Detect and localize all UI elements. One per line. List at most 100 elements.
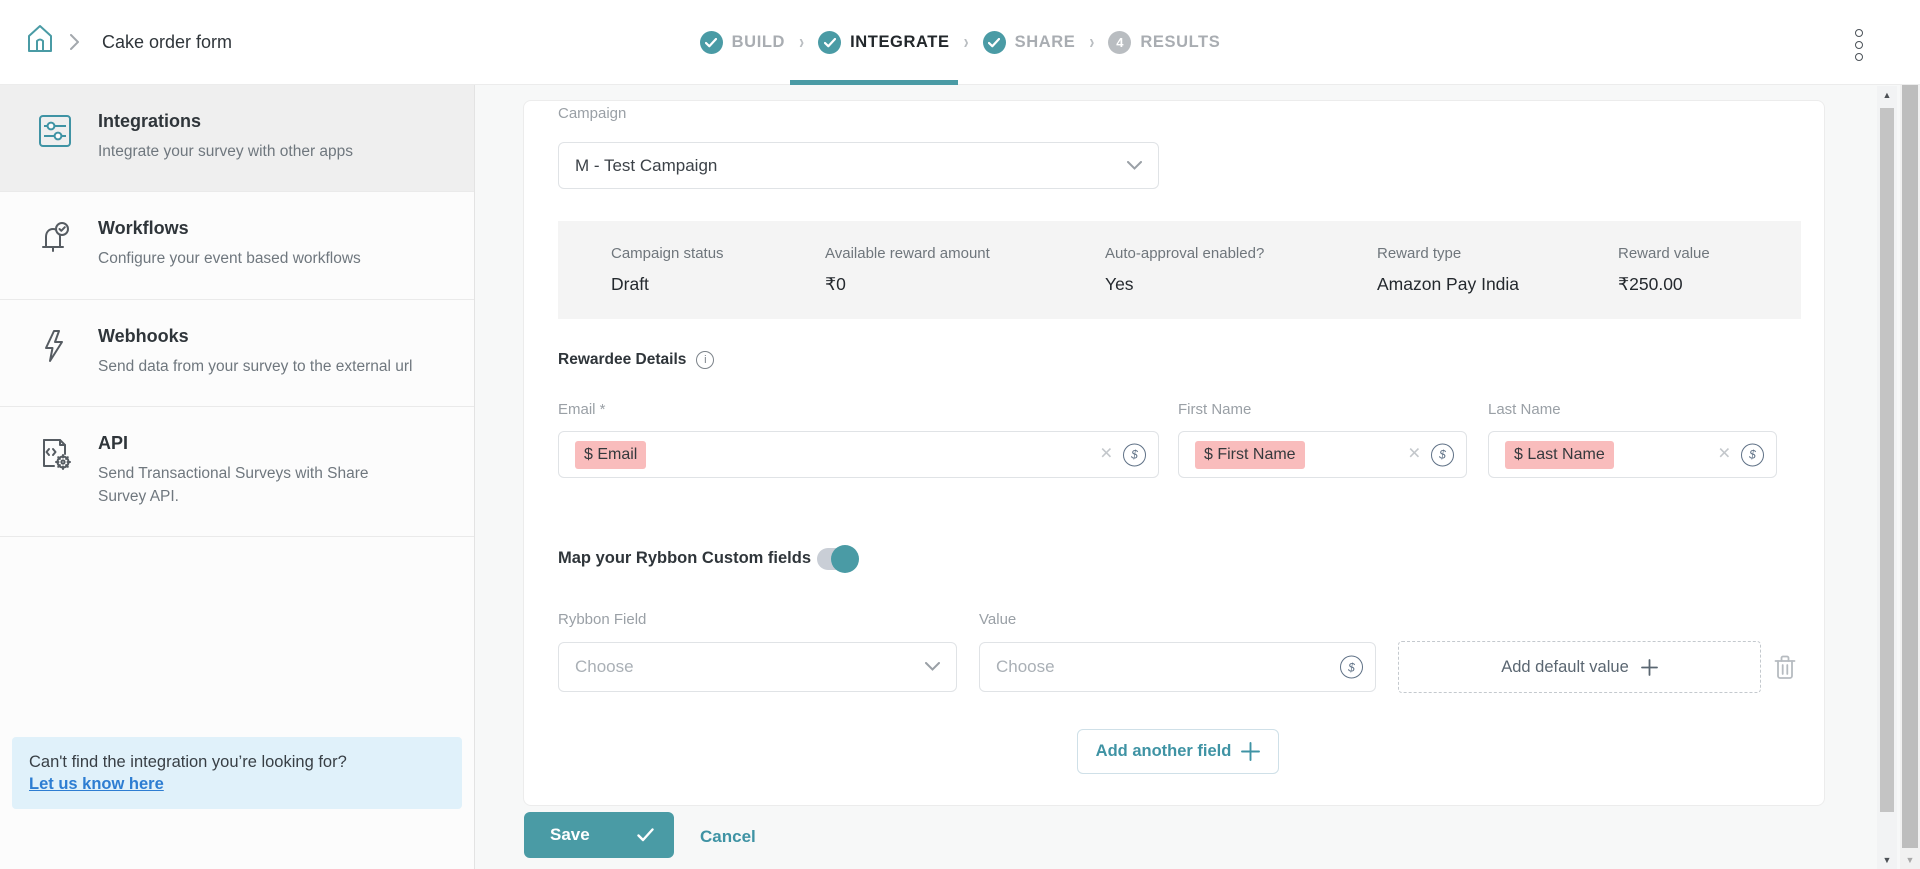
scroll-down-arrow-icon[interactable]: ▼ <box>1906 851 1915 869</box>
step-separator-chevron-icon: › <box>799 31 804 54</box>
custom-fields-toggle-label: Map your Rybbon Custom fields <box>558 549 811 568</box>
home-icon <box>25 23 55 60</box>
let-us-know-link[interactable]: Let us know here <box>29 775 164 793</box>
summary-value: ₹250.00 <box>1618 274 1710 295</box>
content-scrollbar[interactable]: ▲ ▼ <box>1877 86 1897 869</box>
step-share[interactable]: SHARE <box>983 31 1076 54</box>
scrollbar-track[interactable] <box>1900 18 1920 851</box>
step-separator-chevron-icon: › <box>1089 31 1094 54</box>
summary-value: Draft <box>611 274 825 295</box>
clear-icon[interactable]: ✕ <box>1718 447 1731 463</box>
summary-label: Auto-approval enabled? <box>1105 245 1377 262</box>
kebab-dot <box>1855 41 1863 49</box>
last-name-variable-chip[interactable]: $ Last Name <box>1505 441 1614 469</box>
scroll-down-arrow-icon[interactable]: ▼ <box>1883 851 1892 869</box>
campaign-summary-strip: Campaign status Draft Available reward a… <box>558 221 1801 319</box>
check-circle-icon <box>700 31 723 54</box>
active-step-underline <box>790 80 958 85</box>
sidebar-item-webhooks[interactable]: Webhooks Send data from your survey to t… <box>0 300 474 407</box>
check-circle-icon <box>983 31 1006 54</box>
first-name-label: First Name <box>1178 401 1251 418</box>
plus-icon <box>1641 659 1658 676</box>
campaign-select[interactable]: M - Test Campaign <box>558 142 1159 189</box>
step-separator-chevron-icon: › <box>964 31 969 54</box>
first-name-variable-chip[interactable]: $ First Name <box>1195 441 1305 469</box>
custom-fields-toggle[interactable] <box>817 548 857 570</box>
step-results[interactable]: 4 RESULTS <box>1108 31 1220 54</box>
sidebar-item-description: Send Transactional Surveys with Share Su… <box>98 463 418 508</box>
check-icon <box>637 828 654 842</box>
add-default-value-button[interactable]: Add default value <box>1398 641 1761 693</box>
step-integrate[interactable]: INTEGRATE <box>818 31 950 54</box>
kebab-dot <box>1855 29 1863 37</box>
chevron-down-icon <box>925 658 940 676</box>
integration-settings-card: Campaign M - Test Campaign Campaign stat… <box>523 100 1825 806</box>
integration-request-notice: Can't find the integration you’re lookin… <box>12 737 462 809</box>
kebab-menu-button[interactable] <box>1845 24 1873 66</box>
sidebar-item-title: API <box>98 433 418 454</box>
trash-icon <box>1774 655 1796 679</box>
info-icon[interactable]: i <box>696 351 714 369</box>
sidebar-item-title: Webhooks <box>98 326 412 347</box>
last-name-label: Last Name <box>1488 401 1561 418</box>
clear-icon[interactable]: ✕ <box>1100 447 1113 463</box>
code-doc-gear-icon <box>38 433 76 508</box>
clear-icon[interactable]: ✕ <box>1408 447 1421 463</box>
rybbon-field-select[interactable]: Choose <box>558 642 957 692</box>
home-button[interactable] <box>20 19 60 63</box>
step-label: SHARE <box>1015 33 1076 52</box>
value-label: Value <box>979 611 1016 628</box>
scrollbar-thumb[interactable] <box>1880 108 1894 812</box>
kebab-dot <box>1855 53 1863 61</box>
rewardee-details-title-row: Rewardee Details i <box>558 351 714 369</box>
scrollbar-thumb[interactable] <box>1902 20 1918 848</box>
summary-reward-value: Reward value ₹250.00 <box>1618 245 1710 319</box>
check-circle-icon <box>818 31 841 54</box>
breadcrumb-survey-title: Cake order form <box>102 22 232 62</box>
variable-picker-icon[interactable]: $ <box>1123 443 1146 466</box>
summary-reward-type: Reward type Amazon Pay India <box>1377 245 1618 319</box>
toggle-knob <box>831 545 859 573</box>
plus-icon <box>1241 742 1260 761</box>
sidebar-item-api[interactable]: API Send Transactional Surveys with Shar… <box>0 407 474 537</box>
first-name-field[interactable]: $ First Name ✕ $ <box>1178 431 1467 478</box>
save-button[interactable]: Save <box>524 812 674 858</box>
email-field[interactable]: $ Email ✕ $ <box>558 431 1159 478</box>
lightning-icon <box>38 326 76 378</box>
step-number-circle: 4 <box>1108 31 1131 54</box>
rewardee-details-title: Rewardee Details <box>558 351 686 369</box>
sidebar-item-title: Integrations <box>98 111 353 132</box>
value-placeholder: Choose <box>996 657 1055 677</box>
summary-label: Reward value <box>1618 245 1710 262</box>
integrations-sidebar: Integrations Integrate your survey with … <box>0 85 475 869</box>
sidebar-item-description: Configure your event based workflows <box>98 248 361 270</box>
summary-campaign-status: Campaign status Draft <box>611 245 825 319</box>
variable-picker-icon[interactable]: $ <box>1340 656 1363 679</box>
scroll-up-arrow-icon[interactable]: ▲ <box>1883 86 1892 104</box>
scrollbar-track[interactable] <box>1877 104 1897 851</box>
sidebar-item-integrations[interactable]: Integrations Integrate your survey with … <box>0 85 474 192</box>
variable-picker-icon[interactable]: $ <box>1431 443 1454 466</box>
rybbon-field-placeholder: Choose <box>575 657 634 677</box>
last-name-field[interactable]: $ Last Name ✕ $ <box>1488 431 1777 478</box>
delete-row-button[interactable] <box>1774 655 1798 679</box>
value-field[interactable]: Choose $ <box>979 642 1376 692</box>
step-nav: BUILD › INTEGRATE › SHARE › 4 RESULTS <box>0 0 1920 85</box>
add-another-field-button[interactable]: Add another field <box>1077 729 1279 774</box>
app-window: Cake order form BUILD › INTEGRATE › <box>0 0 1920 869</box>
email-label: Email * <box>558 401 606 418</box>
summary-auto-approval: Auto-approval enabled? Yes <box>1105 245 1377 319</box>
window-scrollbar[interactable]: ▲ ▼ <box>1900 0 1920 869</box>
variable-picker-icon[interactable]: $ <box>1741 443 1764 466</box>
campaign-label: Campaign <box>558 105 626 122</box>
summary-label: Campaign status <box>611 245 825 262</box>
cancel-button[interactable]: Cancel <box>690 823 766 851</box>
add-default-value-label: Add default value <box>1501 658 1629 677</box>
summary-value: Yes <box>1105 274 1377 295</box>
email-variable-chip[interactable]: $ Email <box>575 441 646 469</box>
top-header: Cake order form BUILD › INTEGRATE › <box>0 0 1920 85</box>
sidebar-item-workflows[interactable]: Workflows Configure your event based wor… <box>0 192 474 299</box>
step-build[interactable]: BUILD <box>700 31 785 54</box>
summary-value: ₹0 <box>825 274 1105 295</box>
sidebar-item-description: Send data from your survey to the extern… <box>98 356 412 378</box>
